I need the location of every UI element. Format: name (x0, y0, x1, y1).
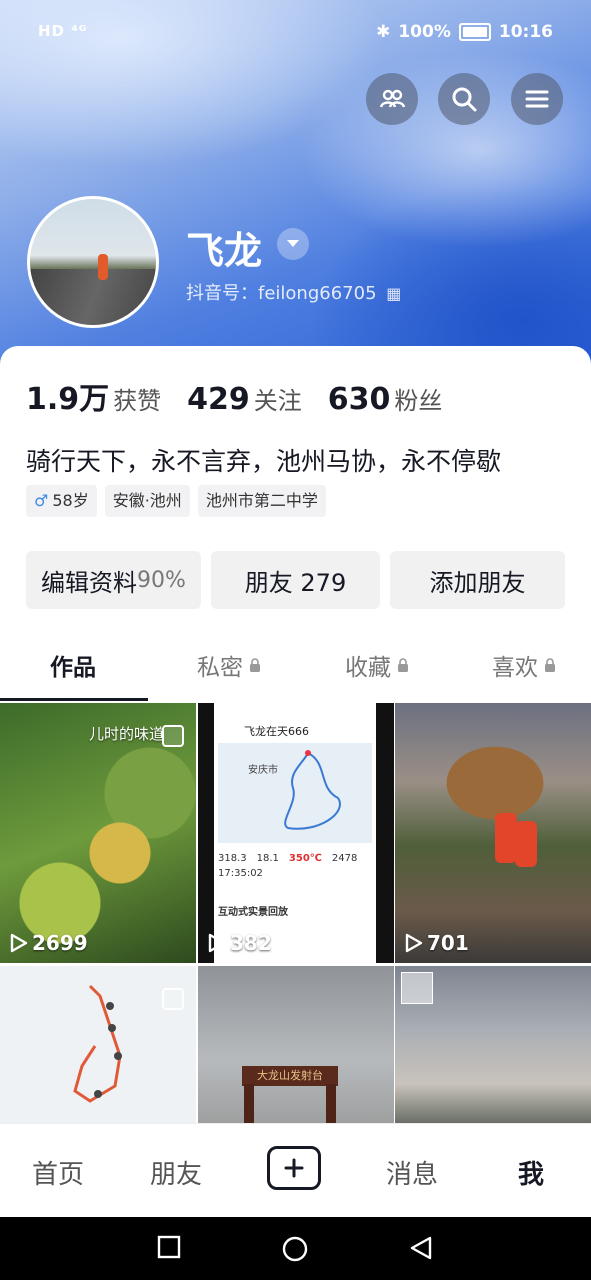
video-thumbnail[interactable]: 儿时的味道 2699 (0, 703, 196, 963)
add-friend-button[interactable]: 添加朋友 (390, 551, 565, 609)
system-nav-bar (0, 1217, 591, 1280)
friends-count-button[interactable]: 朋友 279 (211, 551, 380, 609)
lock-icon (250, 657, 260, 672)
nav-me[interactable]: 我 (518, 1154, 544, 1191)
video-thumbnail[interactable]: 大龙山发射台 (198, 966, 394, 1123)
lock-icon (545, 657, 555, 672)
avatar[interactable] (27, 196, 159, 328)
profile-name: 飞龙 (186, 229, 263, 273)
active-tab-indicator (0, 698, 148, 701)
edit-profile-button[interactable]: 编辑资料 90% (26, 551, 201, 609)
create-button[interactable] (267, 1146, 321, 1190)
play-icon (405, 933, 423, 953)
action-buttons: 编辑资料 90% 朋友 279 添加朋友 (26, 551, 565, 609)
battery-level: 100% (398, 22, 451, 42)
tag-age: ♂ 58岁 (26, 485, 97, 517)
video-grid: 儿时的味道 2699 飞龙在天666 安庆市 318.3 18.1 350℃ 2… (0, 703, 591, 1123)
play-icon (10, 933, 28, 953)
video-thumbnail[interactable] (0, 966, 196, 1123)
ride-metrics: 318.3 18.1 350℃ 2478 17:35:02 (218, 853, 358, 879)
bluetooth-icon: ✱ (376, 22, 391, 42)
search-icon (452, 87, 477, 112)
play-count: 2699 (10, 931, 88, 955)
search-button[interactable] (438, 73, 490, 125)
tab-favorites[interactable]: 收藏 (345, 648, 409, 682)
profile-tags: ♂ 58岁 安徽·池州 池州市第二中学 (26, 485, 326, 517)
stat-likes[interactable]: 1.9万 获赞 (26, 374, 161, 418)
play-icon (208, 933, 226, 953)
video-thumbnail[interactable]: 飞龙在天666 安庆市 318.3 18.1 350℃ 2478 17:35:0… (198, 703, 394, 963)
douyin-id[interactable]: 抖音号：feilong66705 ▦ (186, 279, 401, 305)
account-switch-button[interactable] (277, 228, 309, 260)
video-caption: 儿时的味道 (88, 725, 164, 743)
content-tabs: 作品 私密 收藏 喜欢 (0, 636, 591, 702)
battery-icon (458, 23, 491, 41)
video-thumbnail[interactable]: 701 (395, 703, 591, 963)
play-count: 701 (405, 931, 469, 955)
qr-code-icon: ▦ (386, 284, 402, 303)
nav-home[interactable]: 首页 (32, 1154, 84, 1191)
plus-icon (284, 1158, 304, 1178)
recents-icon[interactable] (157, 1235, 181, 1259)
stat-following[interactable]: 429 关注 (187, 381, 302, 417)
nav-messages[interactable]: 消息 (386, 1154, 438, 1191)
select-checkbox[interactable] (162, 725, 184, 747)
tab-works[interactable]: 作品 (50, 648, 96, 682)
bio: 骑行天下，永不言弃，池州马协，永不停歇 (26, 447, 502, 476)
home-icon[interactable] (281, 1235, 309, 1263)
douyin-id-text: 抖音号：feilong66705 (186, 283, 377, 304)
play-count: 382 (208, 931, 272, 955)
friends-button[interactable] (366, 73, 418, 125)
signal-info: HD ⁴ᴳ (38, 22, 88, 40)
map-screenshot: 飞龙在天666 安庆市 318.3 18.1 350℃ 2478 17:35:0… (214, 703, 376, 963)
male-icon: ♂ (34, 491, 49, 510)
bottom-nav: 首页 朋友 消息 我 (0, 1123, 591, 1218)
gate-sign: 大龙山发射台 (242, 1066, 338, 1086)
users-icon (379, 89, 406, 108)
video-thumbnail[interactable] (395, 966, 591, 1123)
mini-map (401, 972, 433, 1004)
stat-followers[interactable]: 630 粉丝 (328, 381, 443, 417)
menu-button[interactable] (511, 73, 563, 125)
tab-private[interactable]: 私密 (197, 648, 261, 682)
clock: 10:16 (498, 22, 553, 42)
back-icon[interactable] (408, 1235, 434, 1261)
lock-icon (398, 657, 408, 672)
nav-friends[interactable]: 朋友 (150, 1154, 202, 1191)
hamburger-icon (525, 90, 549, 108)
select-checkbox[interactable] (162, 988, 184, 1010)
chevron-down-icon (287, 240, 299, 247)
stats-row: 1.9万 获赞 429 关注 630 粉丝 (26, 374, 442, 418)
status-bar: HD ⁴ᴳ ✱ 100% 10:16 (0, 0, 591, 66)
route-map: 安庆市 (218, 743, 372, 843)
tag-school: 池州市第二中学 (197, 485, 326, 517)
tag-location: 安徽·池州 (104, 485, 190, 517)
tab-likes[interactable]: 喜欢 (492, 648, 556, 682)
